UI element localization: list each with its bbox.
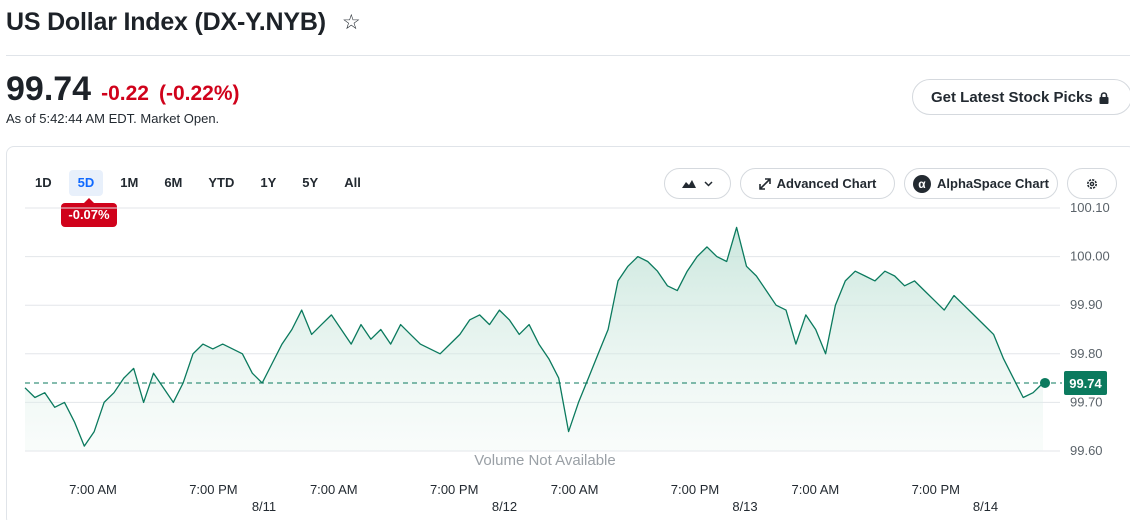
y-tick-label: 100.00: [1070, 249, 1110, 264]
price-area: [25, 227, 1043, 451]
x-tick-label: 7:00 PM: [912, 482, 960, 497]
x-tick-label: 7:00 PM: [430, 482, 478, 497]
x-tick-label: 7:00 AM: [551, 482, 599, 497]
x-tick-label: 7:00 PM: [671, 482, 719, 497]
y-tick-label: 99.90: [1070, 297, 1103, 312]
y-tick-label: 100.10: [1070, 200, 1110, 215]
date-label: 8/14: [973, 499, 998, 514]
x-tick-label: 7:00 AM: [792, 482, 840, 497]
date-label: 8/12: [492, 499, 517, 514]
x-tick-label: 7:00 AM: [69, 482, 117, 497]
price-chart[interactable]: 100.10 100.00 99.90 99.80 99.70 99.60 99.74 Vol…: [0, 0, 1130, 520]
current-price-dot: [1040, 377, 1050, 388]
volume-note: Volume Not Available: [474, 452, 615, 469]
y-tick-label: 99.70: [1070, 394, 1103, 409]
current-price-label: 99.74: [1069, 376, 1102, 391]
date-label: 8/11: [252, 499, 276, 514]
y-tick-label: 99.60: [1070, 443, 1103, 458]
date-label: 8/13: [732, 499, 757, 514]
x-tick-label: 7:00 AM: [310, 482, 358, 497]
x-tick-label: 7:00 PM: [189, 482, 237, 497]
y-tick-label: 99.80: [1070, 346, 1103, 361]
